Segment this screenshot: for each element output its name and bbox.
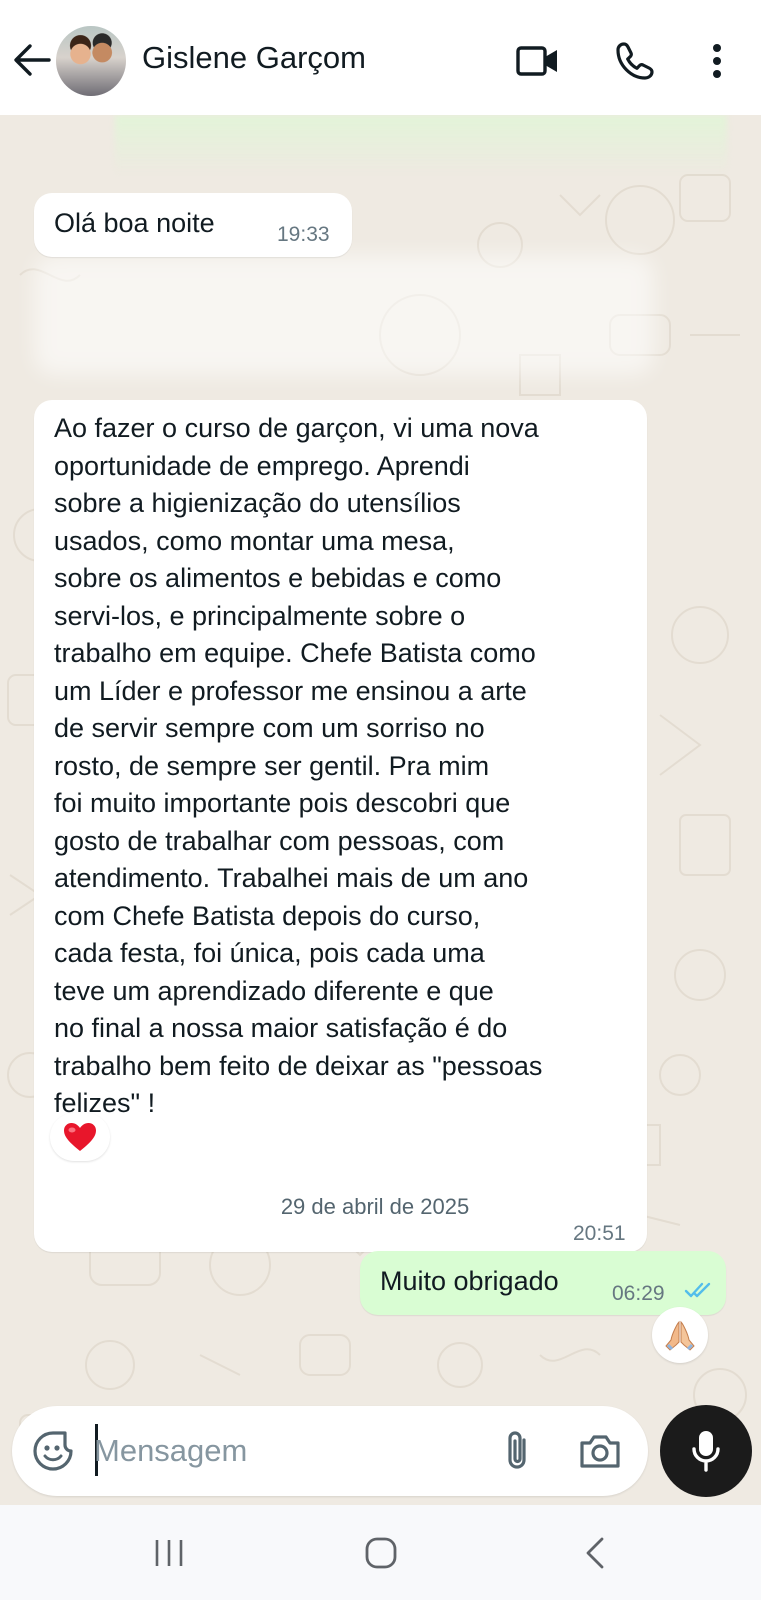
sticker-icon (33, 1431, 73, 1471)
chat-area[interactable]: Olá boa noite 19:33 Ao fazer o curso de … (0, 115, 761, 1505)
folded-hands-reaction[interactable] (652, 1307, 708, 1363)
video-call-button[interactable] (514, 37, 562, 85)
more-options-button[interactable] (693, 37, 741, 85)
system-back-button[interactable] (560, 1523, 630, 1583)
message-input[interactable] (94, 1428, 394, 1474)
message-text: Muito obrigado (380, 1266, 559, 1296)
double-check-icon (684, 1282, 711, 1298)
camera-icon (580, 1435, 620, 1468)
microphone-icon (692, 1431, 720, 1472)
message-time: 19:33 (277, 223, 330, 246)
home-button[interactable] (346, 1523, 416, 1583)
outgoing-message[interactable]: Muito obrigado 06:29 (360, 1251, 726, 1315)
folded-hands-emoji (665, 1320, 695, 1351)
sticker-button[interactable] (28, 1426, 78, 1476)
blurred-message (34, 255, 654, 375)
video-camera-icon (516, 46, 557, 76)
paperclip-icon (508, 1431, 526, 1469)
system-navigation-bar (0, 1505, 761, 1600)
recents-button[interactable] (134, 1523, 204, 1583)
heart-emoji (64, 1123, 96, 1151)
voice-call-button[interactable] (611, 37, 659, 85)
date-separator: 29 de abril de 2025 (256, 1181, 494, 1233)
message-time: 06:29 (612, 1282, 665, 1305)
message-time: 20:51 (573, 1222, 626, 1245)
more-vertical-icon (713, 44, 721, 78)
camera-button[interactable] (572, 1426, 628, 1476)
phone-icon (616, 42, 654, 80)
chat-header: Gislene Garçom (0, 0, 761, 115)
heart-reaction[interactable] (50, 1113, 110, 1161)
recents-icon (155, 1540, 183, 1566)
message-composer (12, 1406, 648, 1496)
blurred-message (115, 115, 727, 175)
incoming-message[interactable]: Olá boa noite 19:33 (34, 193, 352, 257)
arrow-left-icon (14, 44, 51, 76)
home-icon (365, 1537, 397, 1569)
back-button[interactable] (10, 38, 54, 82)
incoming-message[interactable]: Ao fazer o curso de garçon, vi uma nova … (34, 400, 647, 1252)
back-icon (586, 1537, 604, 1569)
message-text: Olá boa noite (54, 208, 215, 238)
attach-button[interactable] (492, 1426, 542, 1476)
voice-message-button[interactable] (660, 1405, 752, 1497)
message-text: Ao fazer o curso de garçon, vi uma nova … (54, 413, 543, 1118)
contact-name[interactable]: Gislene Garçom (142, 40, 366, 76)
avatar[interactable] (56, 26, 126, 96)
